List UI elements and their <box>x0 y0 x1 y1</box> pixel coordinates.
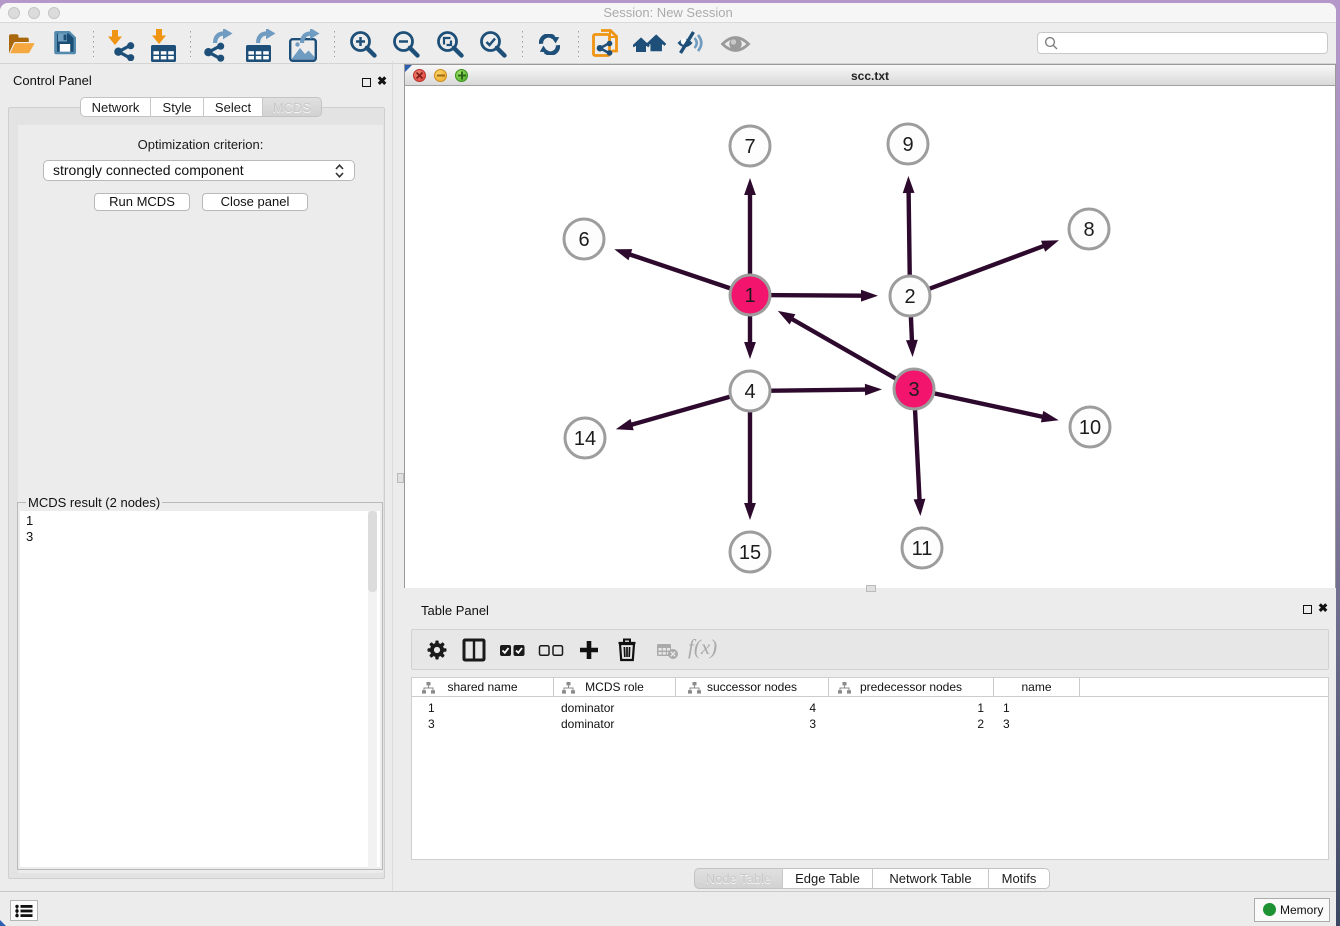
svg-text:4: 4 <box>744 381 755 403</box>
svg-text:3: 3 <box>908 379 919 401</box>
svg-text:15: 15 <box>739 542 761 564</box>
svg-text:7: 7 <box>744 136 755 158</box>
svg-text:11: 11 <box>912 538 933 560</box>
svg-text:2: 2 <box>904 286 915 308</box>
svg-text:14: 14 <box>574 428 596 450</box>
svg-text:8: 8 <box>1083 219 1094 241</box>
svg-text:6: 6 <box>578 229 589 251</box>
svg-text:10: 10 <box>1079 417 1101 439</box>
svg-text:1: 1 <box>744 285 755 307</box>
svg-text:9: 9 <box>902 134 913 156</box>
